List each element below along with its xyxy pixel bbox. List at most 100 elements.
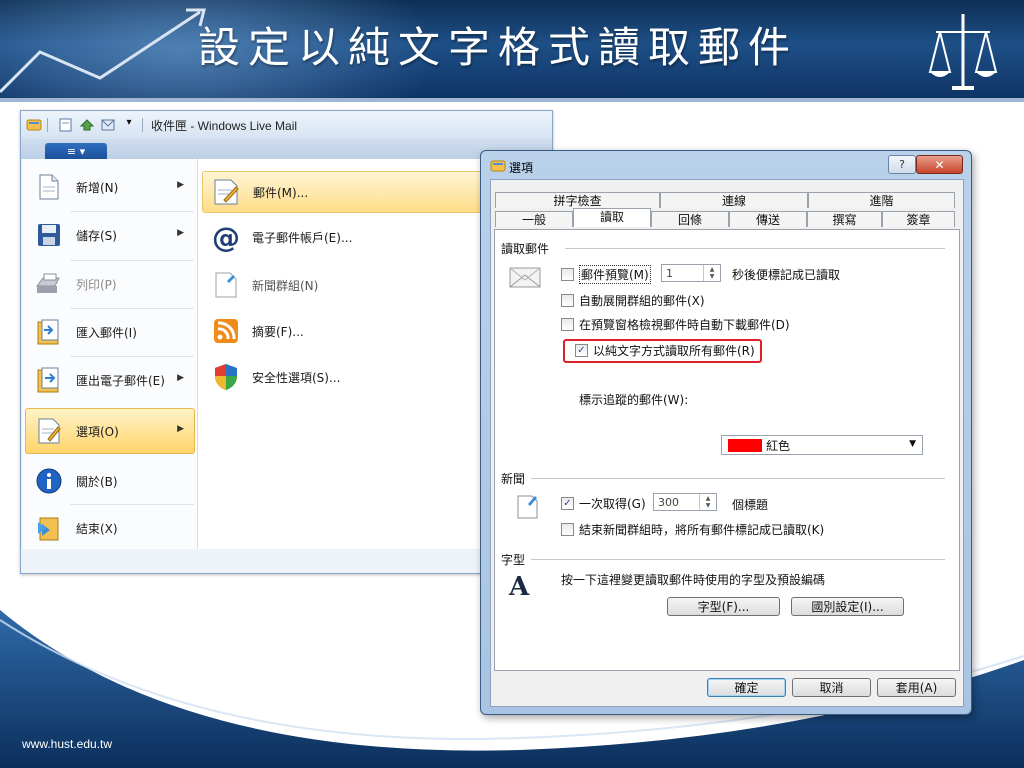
menu-item-label: 匯入郵件(I) — [76, 325, 137, 340]
submenu-item-label: 安全性選項(S)... — [252, 370, 341, 385]
read-group-header: 讀取郵件 — [501, 242, 550, 256]
menu-item-label: 儲存(S) — [76, 228, 117, 243]
exit-icon — [34, 513, 64, 543]
at-sign-icon: @ — [212, 220, 240, 254]
menu-item-save[interactable]: 儲存(S) ▶ — [26, 213, 194, 257]
newsgroup-icon — [210, 269, 242, 301]
spinner-arrows-icon[interactable]: ▲ ▼ — [703, 265, 720, 281]
cancel-button[interactable]: 取消 — [792, 678, 871, 697]
preview-checkbox[interactable] — [561, 268, 574, 281]
save-disk-icon — [34, 220, 64, 250]
send-receive-quick-icon[interactable] — [100, 117, 116, 133]
menu-item-exit[interactable]: 結束(X) — [26, 506, 194, 550]
tab-advanced[interactable]: 進階 — [808, 192, 955, 208]
preview-seconds-spinner[interactable]: 1 ▲ ▼ — [661, 264, 721, 282]
expand-option-row: 自動展開群組的郵件(X) — [561, 292, 705, 309]
mark-read-checkbox[interactable] — [561, 523, 574, 536]
menu-item-import[interactable]: 匯入郵件(I) — [26, 310, 194, 354]
menu-separator — [70, 308, 194, 309]
font-group-header: 字型 — [501, 553, 526, 567]
menu-item-about[interactable]: 關於(B) — [26, 459, 194, 503]
customize-toolbar-icon[interactable]: ▾ — [121, 117, 137, 133]
tab-receipts[interactable]: 回條 — [651, 211, 729, 227]
font-description: 按一下這裡變更讀取郵件時使用的字型及預設編碼 — [561, 573, 826, 587]
submenu-arrow-icon: ▶ — [177, 424, 184, 434]
preview-option-row: 郵件預覽(M) — [561, 265, 651, 284]
menu-item-new[interactable]: 新增(N) ▶ — [26, 165, 194, 209]
tab-compose[interactable]: 撰寫 — [807, 211, 882, 227]
security-shield-icon — [210, 361, 242, 393]
auto-download-row: 在預覽窗格檢視郵件時自動下載郵件(D) — [561, 316, 790, 333]
news-group-header: 新聞 — [501, 472, 526, 486]
wlm-status-strip — [21, 549, 552, 573]
options-icon — [34, 416, 64, 446]
tab-send[interactable]: 傳送 — [729, 211, 807, 227]
dialog-title: 選項 — [509, 161, 534, 175]
export-icon — [34, 365, 64, 395]
get-headers-row: ✓ 一次取得(G) — [561, 495, 646, 512]
help-button[interactable]: ? — [888, 155, 916, 174]
get-headers-checkbox[interactable]: ✓ — [561, 497, 574, 510]
spinner-value: 1 — [666, 266, 673, 280]
app-menu-left-pane: 新增(N) ▶ 儲存(S) ▶ 列印(P) 匯入郵件(I) 匯出電子郵件(E) … — [22, 159, 198, 571]
auto-download-checkbox[interactable] — [561, 318, 574, 331]
menu-item-label: 關於(B) — [76, 474, 118, 489]
footer-url: www.hust.edu.tw — [22, 737, 113, 751]
balance-scale-logo-icon — [928, 14, 998, 90]
news-page-icon — [517, 495, 538, 519]
menu-item-options[interactable]: 選項(O) ▶ — [25, 408, 195, 454]
menu-separator — [70, 356, 194, 357]
spinner-value: 300 — [658, 495, 679, 509]
expand-threads-checkbox[interactable] — [561, 294, 574, 307]
dialog-titlebar: 選項 ? ✕ — [481, 151, 971, 179]
submenu-arrow-icon: ▶ — [177, 373, 184, 383]
wlm-titlebar: ▾ 收件匣 - Windows Live Mail — [21, 111, 552, 139]
mark-read-label: 結束新聞群組時，將所有郵件標記成已讀取(K) — [579, 523, 825, 537]
font-letter-a-icon: A — [509, 572, 530, 602]
toolbar-separator — [47, 118, 48, 132]
tab-signatures[interactable]: 簽章 — [882, 211, 955, 227]
close-button[interactable]: ✕ — [916, 155, 963, 174]
menu-item-export[interactable]: 匯出電子郵件(E) ▶ — [26, 358, 194, 402]
reply-quick-icon[interactable] — [79, 117, 95, 133]
windows-live-mail-window: ▾ 收件匣 - Windows Live Mail ≡ ▾ 新增(N) ▶ 儲存… — [20, 110, 553, 574]
tab-general[interactable]: 一般 — [495, 211, 573, 227]
dialog-app-icon — [490, 159, 506, 176]
submenu-item-label: 新聞群組(N) — [252, 278, 319, 293]
mark-read-row: 結束新聞群組時，將所有郵件標記成已讀取(K) — [561, 521, 824, 538]
mail-options-icon — [211, 176, 243, 208]
menu-separator — [70, 260, 194, 261]
preview-checkbox-label: 郵件預覽(M) — [579, 265, 651, 284]
international-settings-button[interactable]: 國別設定(I)... — [791, 597, 904, 616]
menu-item-label: 新增(N) — [76, 180, 119, 195]
menu-separator — [70, 504, 194, 505]
tab-spelling[interactable]: 拼字檢查 — [495, 192, 660, 208]
flag-color-label: 標示追蹤的郵件(W): — [579, 393, 689, 407]
group-divider — [565, 248, 945, 249]
expand-threads-label: 自動展開群組的郵件(X) — [579, 294, 705, 308]
rss-feed-icon — [210, 315, 242, 347]
apply-button[interactable]: 套用(A) — [877, 678, 956, 697]
menu-item-label: 選項(O) — [76, 424, 119, 439]
banner-divider — [0, 98, 1024, 102]
tab-read[interactable]: 讀取 — [573, 208, 651, 227]
headers-count-spinner[interactable]: 300 ▲ ▼ — [653, 493, 717, 511]
printer-icon — [34, 269, 64, 299]
group-divider — [531, 559, 945, 560]
chevron-down-icon: ▼ — [909, 439, 916, 449]
auto-download-label: 在預覽窗格檢視郵件時自動下載郵件(D) — [579, 318, 790, 332]
app-menu-button[interactable]: ≡ ▾ — [45, 143, 107, 160]
spinner-arrows-icon[interactable]: ▲ ▼ — [699, 494, 716, 510]
tab-connection[interactable]: 連線 — [660, 192, 808, 208]
menu-separator — [70, 211, 194, 212]
ok-button[interactable]: 確定 — [707, 678, 786, 697]
submenu-arrow-icon: ▶ — [177, 228, 184, 238]
flag-color-swatch — [728, 439, 762, 452]
window-title: 收件匣 - Windows Live Mail — [151, 118, 298, 133]
flag-color-dropdown[interactable]: 紅色 ▼ — [721, 435, 923, 455]
get-headers-label: 一次取得(G) — [579, 497, 646, 511]
new-mail-quick-icon[interactable] — [58, 117, 74, 133]
options-dialog: 選項 ? ✕ 拼字檢查 連線 進階 一般 讀取 回條 傳送 撰寫 簽章 讀取郵件… — [480, 150, 972, 715]
fonts-button[interactable]: 字型(F)... — [667, 597, 780, 616]
preview-suffix-label: 秒後便標記成已讀取 — [732, 268, 841, 282]
